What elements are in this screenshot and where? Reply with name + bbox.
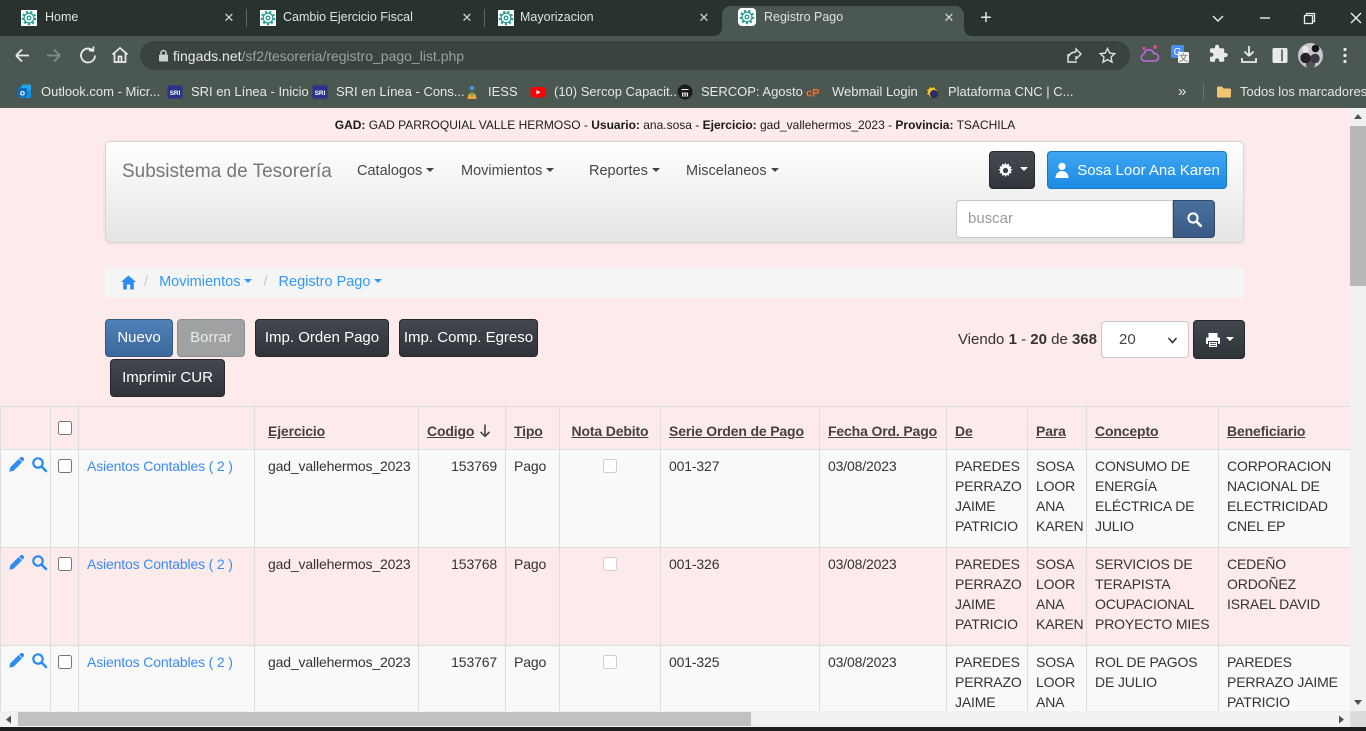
- svg-text:SRI: SRI: [315, 90, 326, 97]
- svg-text:m: m: [681, 88, 688, 98]
- svg-text:o: o: [20, 87, 25, 97]
- svg-text:SRI: SRI: [170, 90, 181, 97]
- svg-text:cP: cP: [806, 87, 819, 99]
- svg-text:文: 文: [1179, 52, 1188, 63]
